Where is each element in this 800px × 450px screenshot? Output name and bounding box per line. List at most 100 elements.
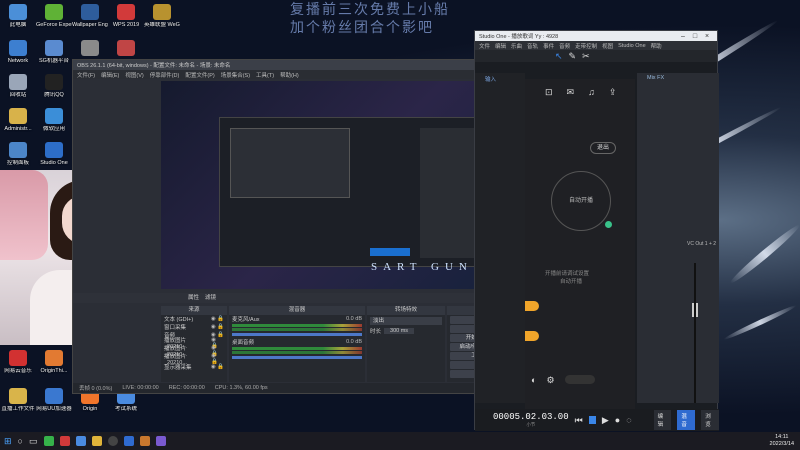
transitions-dock-title: 转场特效 [367,306,445,315]
orange-tag[interactable] [525,331,539,341]
menu-docks[interactable]: 停靠部件(D) [150,71,180,79]
vc-out-label: VC Out 1 + 2 [687,241,717,247]
play-icon[interactable]: ▶ [602,415,609,425]
desktop-icon[interactable]: 此电脑 [0,4,36,28]
source-item[interactable]: 播放图片_20210... ◉ 🔒 [161,353,227,366]
menu-scene-collection[interactable]: 场景集合(S) [221,71,250,79]
desktop-icon[interactable] [108,40,144,58]
minimize-icon[interactable]: – [677,33,689,40]
record-icon[interactable]: ● [615,415,620,425]
auto-live-circle[interactable]: 自动开播 [551,171,611,231]
system-clock[interactable]: 14:11 2022/3/14 [770,434,794,448]
s1-menu-view[interactable]: 视图 [602,42,613,50]
bell-icon[interactable]: ♫ [588,87,595,97]
volume-slider[interactable] [232,333,362,336]
tab-edit[interactable]: 编辑 [653,410,672,430]
s1-menu-studio-one[interactable]: Studio One [618,43,646,49]
share-icon[interactable]: ⇪ [609,87,617,97]
studio-one-icon[interactable] [123,436,134,446]
search-icon[interactable]: ○ [18,436,23,446]
menu-file[interactable]: 文件(F) [77,71,95,79]
obs-icon[interactable] [107,436,118,446]
menu-help[interactable]: 帮助(H) [280,71,299,79]
visibility-lock-icon[interactable]: ◉ 🔒 [211,324,224,330]
loop-button[interactable] [588,416,596,424]
transition-select[interactable]: 淡出 [370,317,442,325]
desktop-icon[interactable]: Network [0,40,36,64]
panel-link[interactable]: 自动开播 [560,277,582,285]
desktop-icon[interactable]: 控制面板 [0,142,36,166]
desktop-icon[interactable]: GeForce Experience [36,4,72,28]
obs-title: OBS 26.1.1 (64-bit, windows) - 配置文件: 未命名… [77,63,231,69]
obs-window[interactable]: OBS 26.1.1 (64-bit, windows) - 配置文件: 未命名… [72,59,525,394]
desktop-icon[interactable]: 微软应用 [36,108,72,132]
tab-browse[interactable]: 浏览 [701,410,720,430]
studio-one-titlebar[interactable]: Studio One - 播放歌词 Yy : 4928 – □ × [475,31,717,41]
desktop-icon-label: GeForce Experience [36,22,72,28]
app-icon[interactable] [155,436,166,446]
duration-input[interactable]: 300 ms [384,328,415,334]
desktop-icon[interactable]: OriginThi... [36,350,72,374]
s1-menu-help[interactable]: 帮助 [651,42,662,50]
s1-menu-song[interactable]: 乐曲 [511,42,522,50]
obs-preview[interactable]: SART GUN [161,81,523,289]
desktop-icon[interactable]: 回收站 [0,74,36,98]
s1-menu-event[interactable]: 事件 [543,42,554,50]
maximize-icon[interactable]: □ [689,33,701,40]
desktop-icon-label: 英雄联盟 WeGame版 [144,22,180,28]
task-view-icon[interactable]: ▭ [29,436,38,446]
desktop-icon[interactable]: Studio One [36,142,72,166]
studio-one-window[interactable]: Studio One - 播放歌词 Yy : 4928 – □ × 文件 编辑 … [474,30,720,431]
explorer-icon[interactable] [91,436,102,446]
orange-tag[interactable] [525,301,539,311]
wechat-icon[interactable] [43,436,54,446]
tab-mix[interactable]: 混音 [677,410,696,430]
desktop-icon[interactable]: 腾讯QQ [36,74,72,98]
panel-pill[interactable] [564,375,595,384]
metronome-icon[interactable]: ◌ [626,415,631,425]
s1-menu-edit[interactable]: 编辑 [495,42,506,50]
split-icon[interactable]: ✂ [582,51,590,61]
cpu-usage: CPU: 1.3%, 60.00 fps [214,385,268,391]
tab-properties[interactable]: 属性 [188,293,199,303]
desktop-icon[interactable] [72,40,108,58]
desktop-icon[interactable]: SG机器平台 [36,40,72,64]
audio-meter [232,347,362,350]
windows-start-icon[interactable]: ⊞ [4,436,12,446]
mic-icon[interactable]: ◐ [531,375,536,387]
s1-menu-transport[interactable]: 走带控制 [575,42,597,50]
desktop-icon[interactable]: Wallpaper Engine: ... [72,4,108,28]
mail-icon[interactable]: ✉ [567,87,575,97]
rewind-icon[interactable]: ⏮ [575,415,583,425]
pencil-icon[interactable]: ✎ [569,51,577,61]
desktop-icon[interactable]: Administr... [0,108,36,132]
s1-menu-track[interactable]: 音轨 [527,42,538,50]
menu-profile[interactable]: 配置文件(P) [185,71,214,79]
volume-slider[interactable] [232,356,362,359]
source-item[interactable]: 窗口采集 ◉ 🔒 [161,323,227,331]
browser-icon[interactable] [75,436,86,446]
desktop-icon[interactable]: 网易云音乐 [0,350,36,374]
desktop-icon[interactable]: 英雄联盟 WeGame版 [144,4,180,28]
obs-filter-tabs: 属性 滤镜 [73,293,525,303]
menu-tools[interactable]: 工具(T) [256,71,274,79]
settings-icon[interactable]: ⚙ [546,375,554,387]
source-item[interactable]: 文本 (GDI+) ◉ 🔒 [161,315,227,323]
s1-menu-file[interactable]: 文件 [479,42,490,50]
desktop-icon[interactable]: 网易UU加速器 [36,388,72,412]
menu-view[interactable]: 视图(V) [125,71,143,79]
obs-titlebar[interactable]: OBS 26.1.1 (64-bit, windows) - 配置文件: 未命名… [73,60,523,70]
s1-menu-audio[interactable]: 音频 [559,42,570,50]
music-icon[interactable] [59,436,70,446]
cursor-icon[interactable]: ↖ [555,51,563,61]
visibility-lock-icon[interactable]: ◉ 🔒 [211,364,224,370]
close-icon[interactable]: × [701,33,713,40]
desktop-icon[interactable]: WPS 2019 [108,4,144,28]
app-icon[interactable] [139,436,150,446]
exit-button[interactable]: 退出 [590,142,616,154]
tab-filters[interactable]: 滤镜 [205,293,216,303]
menu-edit[interactable]: 编辑(E) [101,71,119,79]
desktop-icon[interactable]: 直播工作文件 [0,388,36,412]
visibility-lock-icon[interactable]: ◉ 🔒 [211,316,224,322]
bag-icon[interactable]: ⊡ [545,87,553,97]
